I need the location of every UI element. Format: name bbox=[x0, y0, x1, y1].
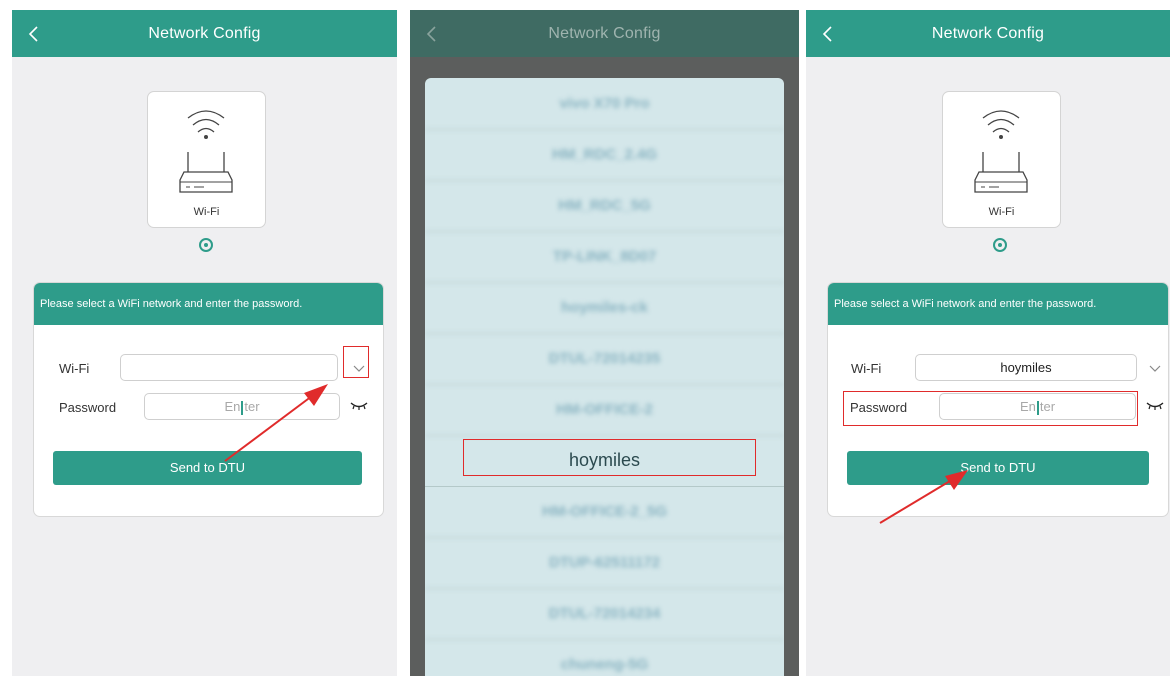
wifi-list-item[interactable]: HM-OFFICE-2 bbox=[425, 384, 784, 436]
step2-wifi-list-screen: Network Config vivo X70 Pro HM_RDC_2.4G … bbox=[410, 10, 799, 676]
wifi-list-item[interactable]: HM-OFFICE-2_5G bbox=[425, 486, 784, 538]
wifi-list-item[interactable]: vivo X70 Pro bbox=[425, 78, 784, 130]
wifi-list-item[interactable]: HM_RDC_2.4G bbox=[425, 129, 784, 181]
red-arrow-icon bbox=[224, 384, 328, 462]
step3-screen: Network Config Wi-Fi Please select a WiF… bbox=[806, 10, 1170, 676]
app-header: Network Config bbox=[410, 10, 799, 57]
highlight-selected-network-box bbox=[463, 439, 756, 476]
wifi-network-list: vivo X70 Pro HM_RDC_2.4G HM_RDC_5G TP-LI… bbox=[425, 78, 784, 676]
wifi-list-item[interactable]: TP-LINK_8D07 bbox=[425, 231, 784, 283]
wifi-list-item[interactable]: DTUL-72014234 bbox=[425, 588, 784, 640]
red-arrow-icon bbox=[879, 470, 968, 524]
wifi-list-item[interactable]: DTUL-72014235 bbox=[425, 333, 784, 385]
page-title: Network Config bbox=[548, 25, 661, 42]
step1-screen: Network Config Wi-Fi Please select a WiF… bbox=[12, 10, 397, 676]
wifi-list-item[interactable]: HM_RDC_5G bbox=[425, 180, 784, 232]
wifi-list-item[interactable]: DTUP-62511172 bbox=[425, 537, 784, 589]
wifi-list-item[interactable]: chuneng-5G bbox=[425, 639, 784, 676]
wifi-list-item[interactable]: hoymiles-ck bbox=[425, 282, 784, 334]
